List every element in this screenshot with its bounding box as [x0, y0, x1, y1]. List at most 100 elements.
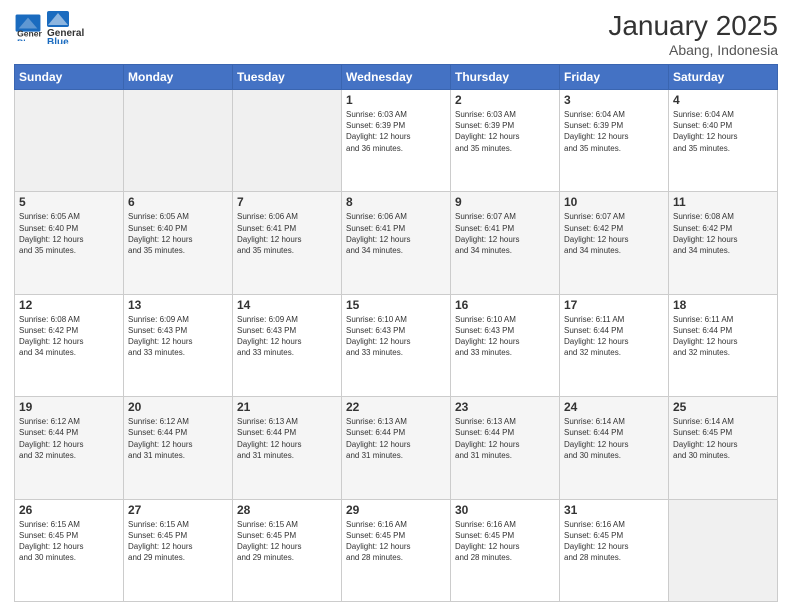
day-info: Sunrise: 6:11 AM Sunset: 6:44 PM Dayligh…	[564, 314, 664, 359]
day-cell: 31 Sunrise: 6:16 AM Sunset: 6:45 PM Dayli…	[560, 499, 669, 601]
day-cell: 24 Sunrise: 6:14 AM Sunset: 6:44 PM Dayli…	[560, 397, 669, 499]
day-number: 7	[237, 195, 337, 209]
day-info: Sunrise: 6:16 AM Sunset: 6:45 PM Dayligh…	[564, 519, 664, 564]
day-number: 4	[673, 93, 773, 107]
day-info: Sunrise: 6:13 AM Sunset: 6:44 PM Dayligh…	[346, 416, 446, 461]
day-cell: 9Sunrise: 6:07 AM Sunset: 6:41 PM Daylig…	[451, 192, 560, 294]
week-row-1: 1 Sunrise: 6:03 AM Sunset: 6:39 PM Daylig…	[15, 90, 778, 192]
day-number: 1	[346, 93, 446, 107]
logo-icon: General Blue	[14, 13, 42, 41]
day-info: Sunrise: 6:11 AM Sunset: 6:44 PM Dayligh…	[673, 314, 773, 359]
day-number: 28	[237, 503, 337, 517]
day-number: 23	[455, 400, 555, 414]
day-number: 22	[346, 400, 446, 414]
day-info: Sunrise: 6:15 AM Sunset: 6:45 PM Dayligh…	[128, 519, 228, 564]
weekday-header-friday: Friday	[560, 65, 669, 90]
day-cell: 15 Sunrise: 6:10 AM Sunset: 6:43 PM Dayli…	[342, 294, 451, 396]
day-cell: 19 Sunrise: 6:12 AM Sunset: 6:44 PM Dayli…	[15, 397, 124, 499]
weekday-header-monday: Monday	[124, 65, 233, 90]
day-cell: 27Sunrise: 6:15 AM Sunset: 6:45 PM Dayli…	[124, 499, 233, 601]
generalblue-logo-svg: General Blue	[46, 10, 86, 44]
svg-text:Blue: Blue	[47, 37, 69, 44]
day-number: 3	[564, 93, 664, 107]
day-cell	[15, 90, 124, 192]
day-cell: 18 Sunrise: 6:11 AM Sunset: 6:44 PM Dayli…	[669, 294, 778, 396]
day-info: Sunrise: 6:03 AM Sunset: 6:39 PM Dayligh…	[346, 109, 446, 154]
day-cell: 16 Sunrise: 6:10 AM Sunset: 6:43 PM Dayli…	[451, 294, 560, 396]
day-info: Sunrise: 6:12 AM Sunset: 6:44 PM Dayligh…	[19, 416, 119, 461]
day-cell	[233, 90, 342, 192]
day-number: 31	[564, 503, 664, 517]
day-cell: 13 Sunrise: 6:09 AM Sunset: 6:43 PM Dayli…	[124, 294, 233, 396]
day-number: 25	[673, 400, 773, 414]
day-number: 16	[455, 298, 555, 312]
day-number: 12	[19, 298, 119, 312]
day-number: 8	[346, 195, 446, 209]
day-cell: 25Sunrise: 6:14 AM Sunset: 6:45 PM Dayli…	[669, 397, 778, 499]
day-cell: 12 Sunrise: 6:08 AM Sunset: 6:42 PM Dayli…	[15, 294, 124, 396]
day-cell: 14 Sunrise: 6:09 AM Sunset: 6:43 PM Dayli…	[233, 294, 342, 396]
calendar-table: SundayMondayTuesdayWednesdayThursdayFrid…	[14, 64, 778, 602]
day-info: Sunrise: 6:15 AM Sunset: 6:45 PM Dayligh…	[19, 519, 119, 564]
day-cell: 23Sunrise: 6:13 AM Sunset: 6:44 PM Dayli…	[451, 397, 560, 499]
day-cell	[669, 499, 778, 601]
day-info: Sunrise: 6:03 AM Sunset: 6:39 PM Dayligh…	[455, 109, 555, 154]
day-info: Sunrise: 6:08 AM Sunset: 6:42 PM Dayligh…	[19, 314, 119, 359]
day-cell: 6 Sunrise: 6:05 AM Sunset: 6:40 PM Daylig…	[124, 192, 233, 294]
weekday-header-thursday: Thursday	[451, 65, 560, 90]
day-info: Sunrise: 6:04 AM Sunset: 6:39 PM Dayligh…	[564, 109, 664, 154]
day-cell: 30Sunrise: 6:16 AM Sunset: 6:45 PM Dayli…	[451, 499, 560, 601]
logo: General Blue General Blue	[14, 10, 86, 44]
day-number: 5	[19, 195, 119, 209]
day-number: 10	[564, 195, 664, 209]
day-info: Sunrise: 6:09 AM Sunset: 6:43 PM Dayligh…	[237, 314, 337, 359]
day-cell: 11Sunrise: 6:08 AM Sunset: 6:42 PM Dayli…	[669, 192, 778, 294]
day-number: 18	[673, 298, 773, 312]
day-info: Sunrise: 6:09 AM Sunset: 6:43 PM Dayligh…	[128, 314, 228, 359]
week-row-5: 26 Sunrise: 6:15 AM Sunset: 6:45 PM Dayli…	[15, 499, 778, 601]
day-cell: 8 Sunrise: 6:06 AM Sunset: 6:41 PM Daylig…	[342, 192, 451, 294]
day-number: 19	[19, 400, 119, 414]
weekday-header-wednesday: Wednesday	[342, 65, 451, 90]
day-info: Sunrise: 6:07 AM Sunset: 6:41 PM Dayligh…	[455, 211, 555, 256]
day-cell: 7 Sunrise: 6:06 AM Sunset: 6:41 PM Daylig…	[233, 192, 342, 294]
day-number: 26	[19, 503, 119, 517]
week-row-4: 19 Sunrise: 6:12 AM Sunset: 6:44 PM Dayli…	[15, 397, 778, 499]
logo-text: General Blue	[46, 10, 86, 44]
day-info: Sunrise: 6:16 AM Sunset: 6:45 PM Dayligh…	[346, 519, 446, 564]
day-number: 15	[346, 298, 446, 312]
day-number: 13	[128, 298, 228, 312]
day-info: Sunrise: 6:12 AM Sunset: 6:44 PM Dayligh…	[128, 416, 228, 461]
header: General Blue General Blue January 2025 A…	[14, 10, 778, 58]
week-row-3: 12 Sunrise: 6:08 AM Sunset: 6:42 PM Dayli…	[15, 294, 778, 396]
weekday-header-sunday: Sunday	[15, 65, 124, 90]
day-info: Sunrise: 6:13 AM Sunset: 6:44 PM Dayligh…	[237, 416, 337, 461]
day-info: Sunrise: 6:04 AM Sunset: 6:40 PM Dayligh…	[673, 109, 773, 154]
day-cell: 2Sunrise: 6:03 AM Sunset: 6:39 PM Daylig…	[451, 90, 560, 192]
day-cell: 3 Sunrise: 6:04 AM Sunset: 6:39 PM Daylig…	[560, 90, 669, 192]
day-number: 14	[237, 298, 337, 312]
day-number: 24	[564, 400, 664, 414]
day-number: 6	[128, 195, 228, 209]
day-cell: 28 Sunrise: 6:15 AM Sunset: 6:45 PM Dayli…	[233, 499, 342, 601]
day-info: Sunrise: 6:10 AM Sunset: 6:43 PM Dayligh…	[455, 314, 555, 359]
day-number: 17	[564, 298, 664, 312]
day-cell: 17 Sunrise: 6:11 AM Sunset: 6:44 PM Dayli…	[560, 294, 669, 396]
day-number: 21	[237, 400, 337, 414]
day-cell	[124, 90, 233, 192]
day-cell: 10Sunrise: 6:07 AM Sunset: 6:42 PM Dayli…	[560, 192, 669, 294]
day-cell: 26 Sunrise: 6:15 AM Sunset: 6:45 PM Dayli…	[15, 499, 124, 601]
day-cell: 5 Sunrise: 6:05 AM Sunset: 6:40 PM Daylig…	[15, 192, 124, 294]
location: Abang, Indonesia	[608, 42, 778, 58]
day-info: Sunrise: 6:10 AM Sunset: 6:43 PM Dayligh…	[346, 314, 446, 359]
day-info: Sunrise: 6:05 AM Sunset: 6:40 PM Dayligh…	[128, 211, 228, 256]
day-cell: 22 Sunrise: 6:13 AM Sunset: 6:44 PM Dayli…	[342, 397, 451, 499]
day-info: Sunrise: 6:06 AM Sunset: 6:41 PM Dayligh…	[237, 211, 337, 256]
day-info: Sunrise: 6:15 AM Sunset: 6:45 PM Dayligh…	[237, 519, 337, 564]
day-info: Sunrise: 6:14 AM Sunset: 6:44 PM Dayligh…	[564, 416, 664, 461]
day-info: Sunrise: 6:16 AM Sunset: 6:45 PM Dayligh…	[455, 519, 555, 564]
day-info: Sunrise: 6:05 AM Sunset: 6:40 PM Dayligh…	[19, 211, 119, 256]
weekday-header-row: SundayMondayTuesdayWednesdayThursdayFrid…	[15, 65, 778, 90]
day-cell: 1 Sunrise: 6:03 AM Sunset: 6:39 PM Daylig…	[342, 90, 451, 192]
day-info: Sunrise: 6:06 AM Sunset: 6:41 PM Dayligh…	[346, 211, 446, 256]
